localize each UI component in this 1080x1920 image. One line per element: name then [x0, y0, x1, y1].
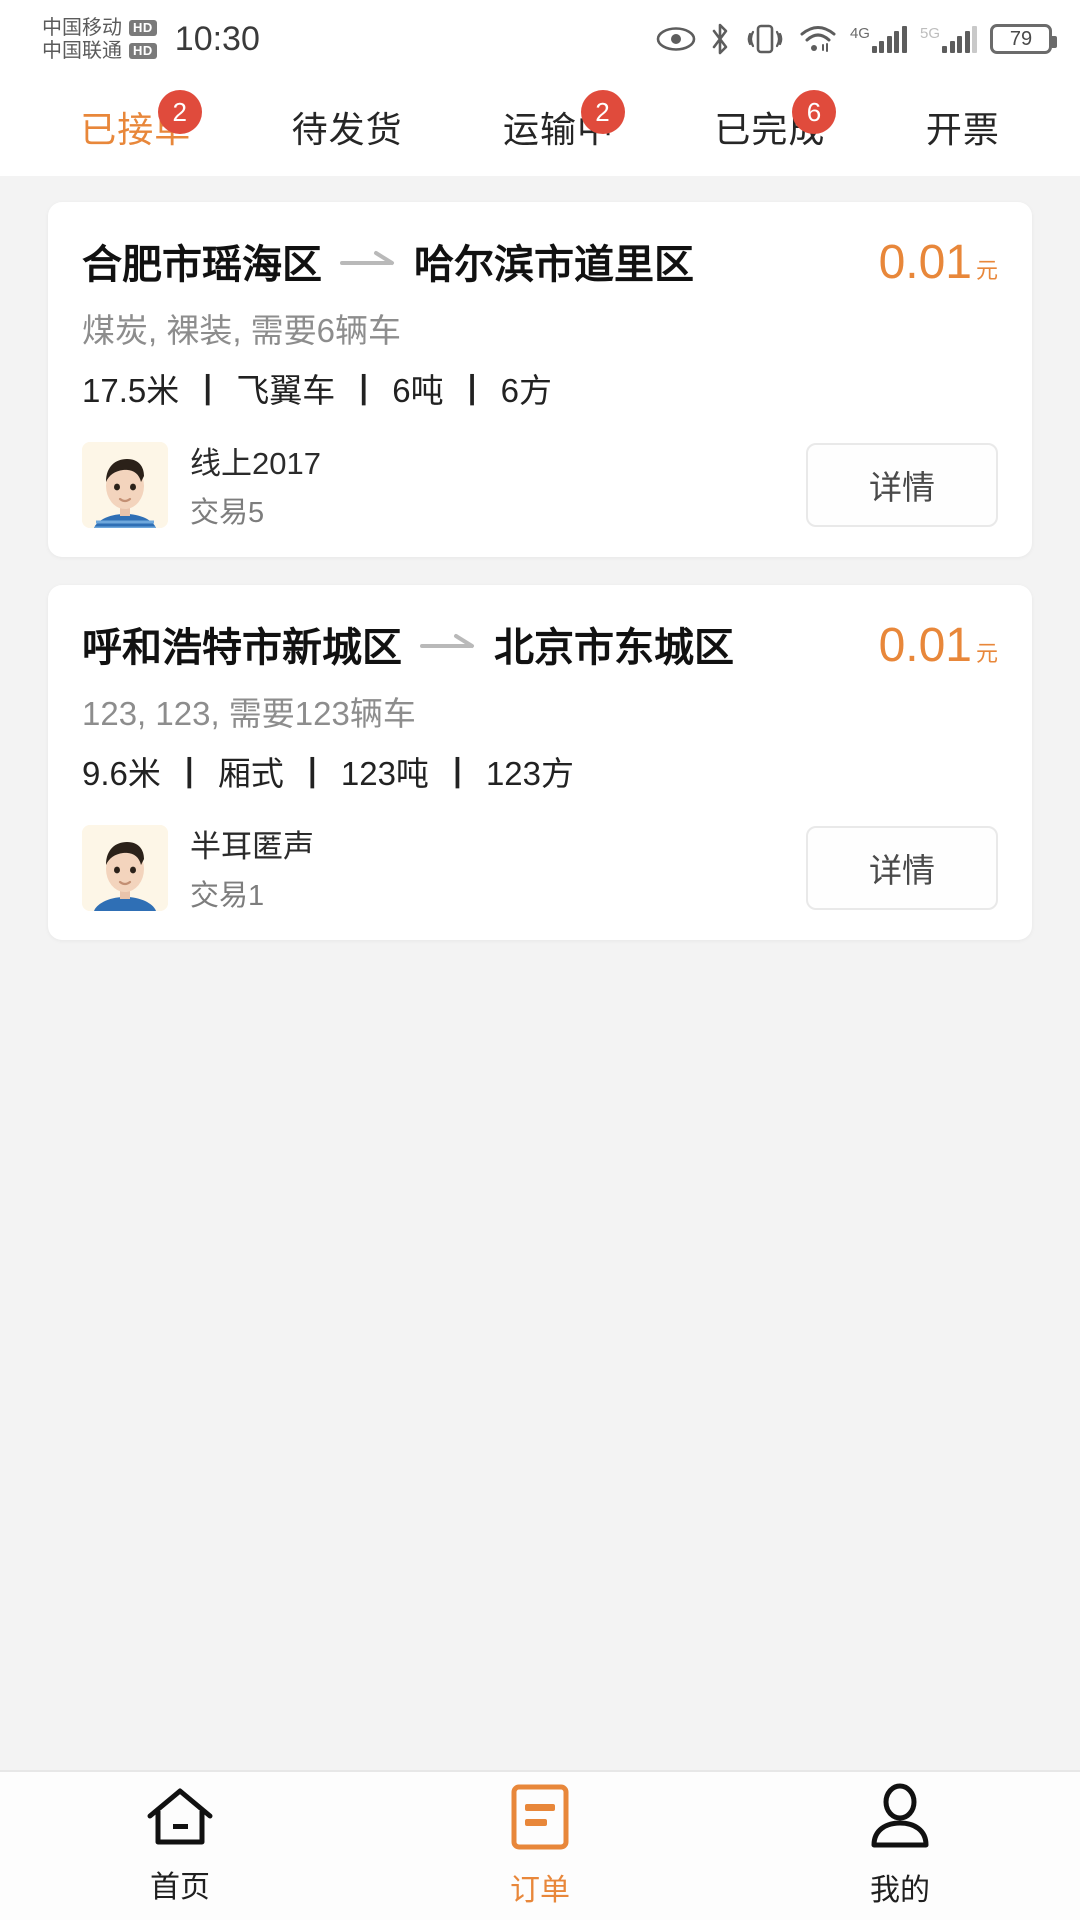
status-clock: 10:30 [174, 19, 260, 58]
spec-volume: 6方 [500, 372, 552, 409]
order-route-row: 合肥市瑶海区 哈尔滨市道里区 0.01 元 [82, 232, 998, 290]
arrow-right-icon [340, 251, 394, 265]
nav-item-profile[interactable]: 我的 [720, 1783, 1080, 1909]
order-user-row: 半耳匿声 交易1 详情 [82, 821, 998, 914]
nav-label: 我的 [870, 1874, 930, 1907]
hd-badge: HD [129, 19, 157, 36]
order-card[interactable]: 呼和浩特市新城区 北京市东城区 0.01 元 123, 123, 需要123辆车… [48, 585, 1032, 940]
nav-item-orders[interactable]: 订单 [360, 1783, 720, 1909]
status-icons: 4G 5G 79 [656, 22, 1057, 56]
order-route: 呼和浩特市新城区 北京市东城区 [82, 615, 869, 673]
tab-pending-shipment[interactable]: 待发货 [241, 78, 452, 176]
spec-separator: 丨 [455, 372, 489, 409]
truck-spec: 9.6米 丨 厢式 丨 123吨 丨 123方 [82, 747, 998, 795]
status-bar: 中国移动 HD 中国联通 HD 10:30 4G 5G 79 [0, 0, 1080, 78]
tab-completed[interactable]: 已完成 6 [664, 78, 875, 176]
price-unit: 元 [975, 258, 998, 283]
order-route-row: 呼和浩特市新城区 北京市东城区 0.01 元 [82, 615, 998, 673]
spec-volume: 123方 [485, 755, 574, 792]
nav-item-home[interactable]: 首页 [0, 1786, 360, 1906]
signal-5g-label: 5G [919, 24, 940, 42]
price-value: 0.01 [878, 236, 972, 289]
spec-truck-type: 飞翼车 [236, 372, 336, 409]
destination-location: 哈尔滨市道里区 [414, 243, 694, 287]
spec-separator: 丨 [347, 372, 381, 409]
nav-label: 首页 [150, 1871, 210, 1904]
user-info: 半耳匿声 交易1 [190, 821, 314, 914]
detail-button[interactable]: 详情 [806, 442, 998, 527]
avatar [82, 824, 168, 911]
bottom-navigation: 首页 订单 我的 [0, 1770, 1080, 1920]
order-status-tabs: 已接单 2 待发货 运输中 2 已完成 6 开票 [0, 78, 1080, 176]
signal-bars [871, 25, 907, 53]
carrier-labels: 中国移动 HD 中国联通 HD [42, 18, 157, 61]
order-price: 0.01 元 [879, 235, 998, 290]
spec-separator: 丨 [172, 755, 206, 792]
battery-icon: 79 [990, 24, 1057, 54]
order-list[interactable]: 合肥市瑶海区 哈尔滨市道里区 0.01 元 煤炭, 裸装, 需要6辆车 17.5… [0, 176, 1080, 1770]
carrier-name: 中国联通 [42, 39, 122, 62]
signal-5g: 5G [919, 24, 977, 53]
bluetooth-icon [712, 23, 728, 55]
tab-label: 待发货 [291, 109, 403, 150]
arrow-right-icon [420, 634, 474, 648]
user-trade-count: 交易1 [190, 880, 265, 912]
tab-invoice[interactable]: 开票 [876, 78, 1050, 176]
person-icon [871, 1783, 929, 1848]
user-trade-count: 交易5 [190, 497, 265, 529]
carrier-row: 中国移动 HD [42, 18, 157, 38]
destination-location: 北京市东城区 [494, 626, 734, 670]
signal-4g-label: 4G [849, 24, 870, 42]
signal-bars [942, 25, 977, 53]
spec-length: 17.5米 [82, 372, 180, 409]
order-route: 合肥市瑶海区 哈尔滨市道里区 [82, 232, 869, 290]
origin-location: 呼和浩特市新城区 [82, 626, 402, 670]
tab-accepted[interactable]: 已接单 2 [30, 78, 241, 176]
avatar-illustration [82, 441, 168, 528]
nav-label: 订单 [510, 1874, 570, 1907]
spec-truck-type: 厢式 [217, 755, 284, 792]
cargo-description: 煤炭, 裸装, 需要6辆车 [82, 312, 402, 349]
spec-weight: 6吨 [392, 372, 444, 409]
home-icon [147, 1788, 213, 1845]
tab-badge: 2 [157, 90, 202, 134]
user-info: 线上2017 交易5 [190, 438, 321, 531]
cargo-description: 123, 123, 需要123辆车 [82, 695, 416, 732]
user-name: 半耳匿声 [190, 829, 314, 864]
battery-level: 79 [1009, 28, 1033, 50]
signal-4g: 4G [849, 24, 907, 53]
order-price: 0.01 元 [879, 618, 998, 673]
carrier-row: 中国联通 HD [42, 41, 157, 61]
tab-badge: 2 [580, 90, 625, 134]
avatar [82, 441, 168, 528]
wifi-icon [800, 26, 836, 52]
spec-separator: 丨 [191, 372, 225, 409]
price-value: 0.01 [878, 619, 972, 672]
spec-weight: 123吨 [340, 755, 429, 792]
order-user-row: 线上2017 交易5 详情 [82, 438, 998, 531]
truck-spec: 17.5米 丨 飞翼车 丨 6吨 丨 6方 [82, 364, 998, 412]
carrier-name: 中国移动 [42, 16, 122, 39]
detail-button[interactable]: 详情 [806, 825, 998, 910]
order-card[interactable]: 合肥市瑶海区 哈尔滨市道里区 0.01 元 煤炭, 裸装, 需要6辆车 17.5… [48, 202, 1032, 557]
tab-label: 开票 [925, 109, 1000, 150]
eye-icon [656, 27, 696, 51]
app-screen: 中国移动 HD 中国联通 HD 10:30 4G 5G 79 已接单 2 待发货… [0, 0, 1080, 1920]
user-name: 线上2017 [190, 446, 321, 481]
hd-badge: HD [129, 42, 157, 59]
tab-badge: 6 [791, 90, 836, 134]
spec-length: 9.6米 [82, 755, 161, 792]
origin-location: 合肥市瑶海区 [82, 243, 322, 287]
price-unit: 元 [975, 641, 998, 666]
tab-in-transit[interactable]: 运输中 2 [453, 78, 664, 176]
avatar-illustration [82, 824, 168, 911]
order-icon [511, 1784, 569, 1850]
spec-separator: 丨 [295, 755, 329, 792]
vibrate-icon [747, 24, 783, 54]
spec-separator: 丨 [440, 755, 474, 792]
